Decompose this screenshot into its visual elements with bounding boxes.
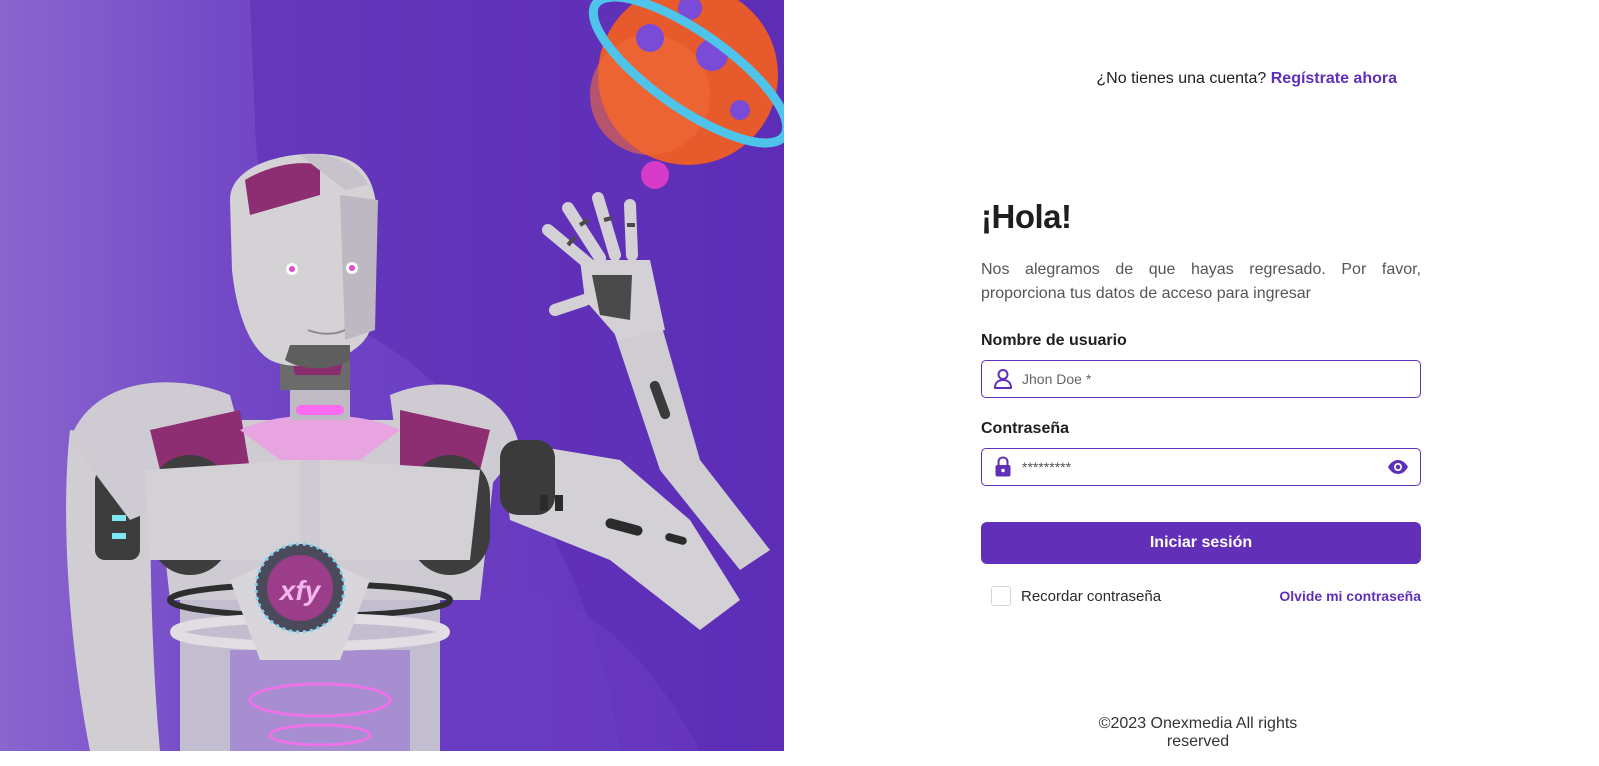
- chest-logo-text: xfy: [278, 575, 322, 606]
- signup-link[interactable]: Regístrate ahora: [1271, 70, 1397, 87]
- password-input[interactable]: [1020, 458, 1386, 476]
- lock-icon: [992, 456, 1014, 478]
- hero-illustration: xfy: [0, 0, 784, 751]
- forgot-password-link[interactable]: Olvide mi contraseña: [1279, 588, 1421, 604]
- login-form: ¡Hola! Nos alegramos de que hayas regres…: [981, 198, 1421, 606]
- page-title: ¡Hola!: [981, 198, 1072, 235]
- login-button[interactable]: Iniciar sesión: [981, 522, 1421, 564]
- username-field[interactable]: [981, 360, 1421, 398]
- remember-checkbox[interactable]: [991, 586, 1011, 606]
- signup-prompt: ¿No tienes una cuenta? Regístrate ahora: [1096, 70, 1397, 88]
- user-icon: [992, 368, 1014, 390]
- eye-icon[interactable]: [1386, 455, 1410, 479]
- robot-illustration: xfy: [66, 0, 784, 751]
- username-label: Nombre de usuario: [981, 332, 1127, 349]
- page-subtitle: Nos alegramos de que hayas regresado. Po…: [981, 261, 1421, 302]
- remember-label: Recordar contraseña: [1021, 587, 1162, 605]
- username-input[interactable]: [1020, 370, 1410, 388]
- password-field[interactable]: [981, 448, 1421, 486]
- password-label: Contraseña: [981, 420, 1070, 437]
- remember-option[interactable]: Recordar contraseña: [991, 586, 1161, 606]
- signup-prompt-text: ¿No tienes una cuenta?: [1096, 70, 1267, 87]
- footer-copyright: ©2023 Onexmedia All rights reserved: [1098, 715, 1298, 750]
- form-options: Recordar contraseña Olvide mi contraseña: [981, 586, 1421, 606]
- bottom-strip: [0, 751, 1599, 766]
